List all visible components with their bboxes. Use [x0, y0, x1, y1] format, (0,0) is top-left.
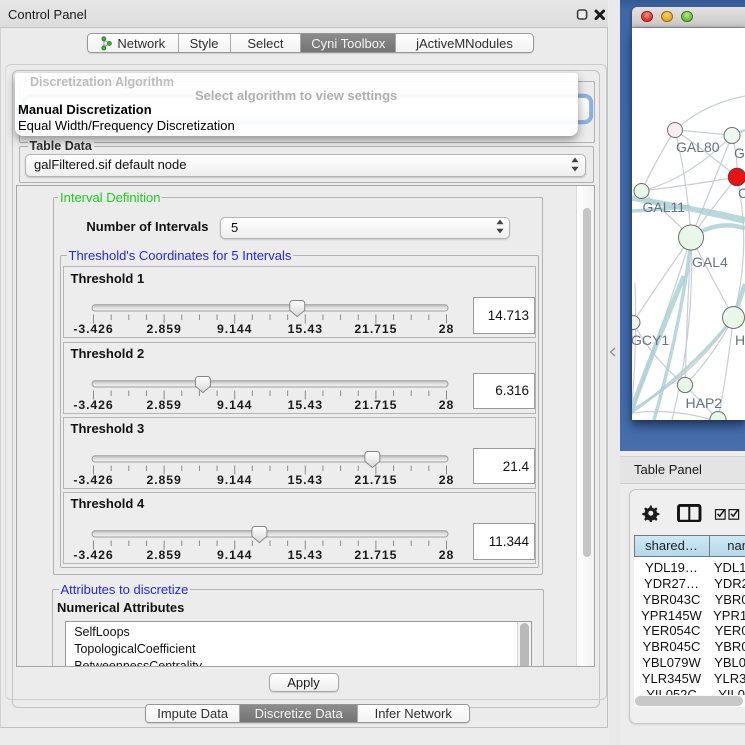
svg-text:21.715: 21.715 — [354, 397, 397, 411]
svg-text:9.144: 9.144 — [217, 473, 252, 487]
svg-text:28: 28 — [438, 548, 453, 562]
svg-text:CDC1: CDC1 — [738, 185, 745, 201]
svg-text:HIS4: HIS4 — [735, 332, 745, 348]
svg-text:15.43: 15.43 — [287, 548, 322, 562]
svg-text:15.43: 15.43 — [287, 322, 322, 336]
svg-text:2.859: 2.859 — [146, 548, 181, 562]
svg-text:15.43: 15.43 — [287, 473, 322, 487]
svg-text:GAL80: GAL80 — [676, 139, 720, 155]
svg-text:9.144: 9.144 — [217, 548, 252, 562]
svg-text:15.43: 15.43 — [287, 397, 322, 411]
svg-text:21.715: 21.715 — [354, 322, 397, 336]
svg-text:-3.426: -3.426 — [73, 322, 113, 336]
svg-text:21.715: 21.715 — [354, 473, 397, 487]
svg-text:-3.426: -3.426 — [73, 397, 113, 411]
svg-text:9.144: 9.144 — [217, 397, 252, 411]
svg-text:28: 28 — [438, 473, 453, 487]
svg-text:-3.426: -3.426 — [73, 473, 113, 487]
svg-text:GCY1: GCY1 — [632, 332, 669, 348]
svg-text:-3.426: -3.426 — [73, 548, 113, 562]
svg-text:21.715: 21.715 — [354, 548, 397, 562]
svg-text:GAL3: GAL3 — [734, 145, 745, 161]
svg-text:GAL4: GAL4 — [692, 254, 728, 270]
svg-text:28: 28 — [438, 322, 453, 336]
svg-text:GAL11: GAL11 — [643, 199, 686, 215]
svg-text:2.859: 2.859 — [146, 473, 181, 487]
svg-text:HAP2: HAP2 — [686, 395, 723, 411]
svg-text:28: 28 — [438, 397, 453, 411]
svg-text:9.144: 9.144 — [217, 322, 252, 336]
svg-text:2.859: 2.859 — [146, 397, 181, 411]
svg-text:2.859: 2.859 — [146, 322, 181, 336]
